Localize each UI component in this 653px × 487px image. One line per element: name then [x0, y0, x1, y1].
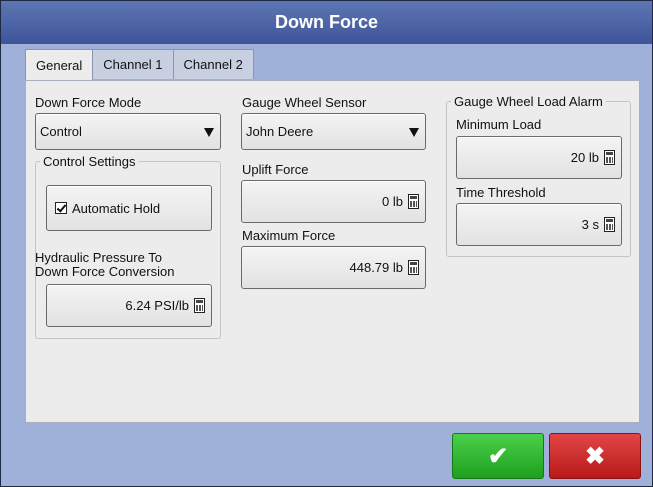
calculator-icon[interactable]	[194, 298, 205, 313]
maximum-force-value: 448.79 lb	[349, 260, 404, 275]
triangle-down-icon	[409, 127, 419, 137]
ok-button[interactable]: ✔	[452, 433, 544, 479]
checkmark-icon	[56, 202, 67, 213]
automatic-hold-label: Automatic Hold	[72, 200, 161, 216]
gauge-wheel-sensor-dropdown[interactable]: John Deere	[241, 113, 426, 150]
tab-channel-2[interactable]: Channel 2	[172, 49, 254, 79]
time-threshold-input[interactable]: 3 s	[456, 203, 622, 246]
minimum-load-value: 20 lb	[570, 150, 599, 165]
calculator-icon[interactable]	[604, 150, 615, 165]
cancel-button[interactable]: ✖	[549, 433, 641, 479]
conversion-label-line-1: Hydraulic Pressure To	[35, 250, 162, 265]
gauge-wheel-sensor-label: Gauge Wheel Sensor	[242, 95, 367, 110]
automatic-hold-checkbox[interactable]	[55, 202, 67, 214]
checkmark-icon: ✔	[487, 442, 509, 470]
calculator-icon[interactable]	[408, 194, 419, 209]
x-icon: ✖	[584, 442, 606, 470]
tab-channel-1[interactable]: Channel 1	[92, 49, 174, 79]
conversion-label: Hydraulic Pressure To Down Force Convers…	[35, 251, 174, 279]
tab-general[interactable]: General	[25, 49, 94, 81]
gauge-wheel-sensor-value: John Deere	[246, 124, 314, 139]
conversion-value: 6.24 PSI/lb	[125, 298, 189, 313]
down-force-mode-label: Down Force Mode	[35, 95, 142, 110]
maximum-force-label: Maximum Force	[242, 228, 336, 243]
tab-bar: General Channel 1 Channel 2	[25, 49, 254, 81]
minimum-load-input[interactable]: 20 lb	[456, 136, 622, 179]
calculator-icon[interactable]	[408, 260, 419, 275]
time-threshold-label: Time Threshold	[456, 185, 546, 200]
minimum-load-label: Minimum Load	[456, 117, 542, 132]
maximum-force-input[interactable]: 448.79 lb	[241, 246, 426, 289]
general-panel: Down Force Mode Control Control Settings…	[25, 80, 640, 423]
uplift-force-label: Uplift Force	[242, 162, 309, 177]
control-settings-title: Control Settings	[40, 154, 139, 169]
down-force-mode-dropdown[interactable]: Control	[35, 113, 221, 150]
down-force-mode-value: Control	[40, 124, 82, 139]
uplift-force-value: 0 lb	[382, 194, 403, 209]
conversion-label-line-2: Down Force Conversion	[35, 264, 175, 279]
down-force-window: Down Force General Channel 1 Channel 2 D…	[0, 0, 653, 487]
conversion-input[interactable]: 6.24 PSI/lb	[46, 284, 212, 327]
time-threshold-value: 3 s	[581, 217, 599, 232]
uplift-force-input[interactable]: 0 lb	[241, 180, 426, 223]
calculator-icon[interactable]	[604, 217, 615, 232]
triangle-down-icon	[204, 127, 214, 137]
window-title: Down Force	[1, 1, 652, 44]
automatic-hold-toggle[interactable]: Automatic Hold	[46, 185, 212, 231]
gauge-wheel-load-alarm-title: Gauge Wheel Load Alarm	[451, 94, 606, 109]
